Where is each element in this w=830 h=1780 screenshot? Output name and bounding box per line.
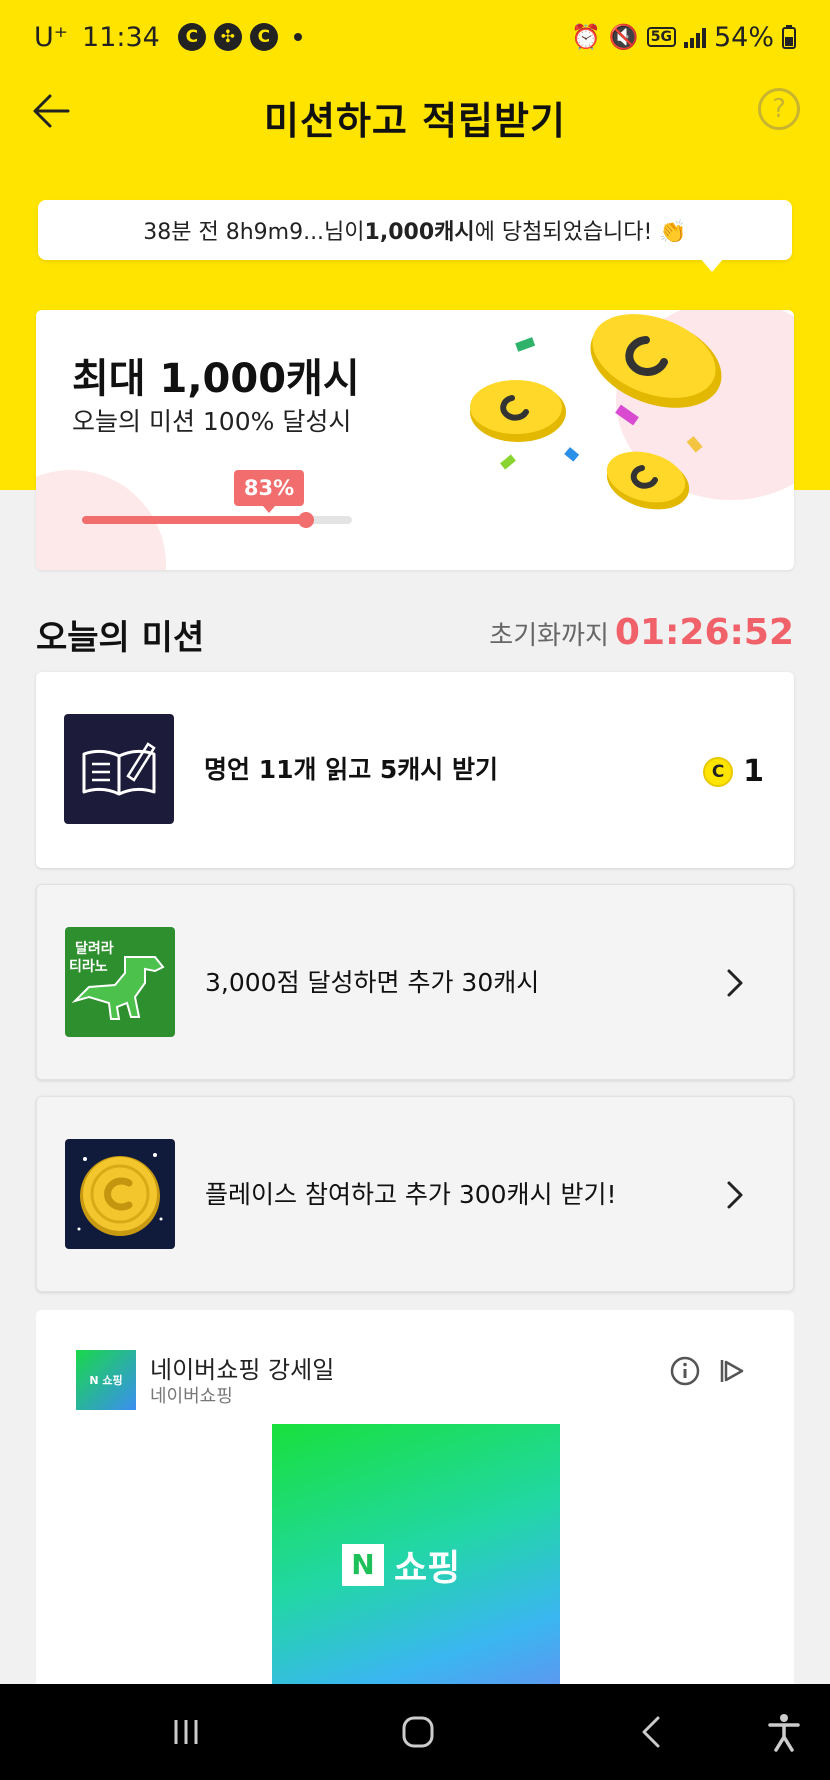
chevron-right-icon[interactable] bbox=[717, 965, 753, 1001]
5g-icon: 5G bbox=[646, 27, 676, 47]
cash-notification-icon: C bbox=[177, 23, 206, 51]
reset-timer: 초기화까지 01:26:52 bbox=[489, 612, 794, 653]
mission-label: 플레이스 참여하고 추가 300캐시 받기! bbox=[205, 1180, 617, 1209]
status-bar: U⁺ 11:34 C ✣ C ⏰ 🔇 5G 54% bbox=[0, 0, 830, 74]
more-notifications-dot-icon bbox=[293, 33, 302, 41]
adchoices-icon[interactable] bbox=[716, 1356, 746, 1386]
tyranno-game-icon: 달려라 티라노 bbox=[65, 927, 175, 1037]
status-left: U⁺ 11:34 C ✣ C bbox=[34, 22, 302, 53]
recent-apps-icon[interactable] bbox=[164, 1710, 208, 1754]
cash-notification-icon-2: C bbox=[249, 23, 278, 51]
winner-toast: 38분 전 8h9m9...님이 1,000캐시 에 당첨되었습니다! 👏 bbox=[38, 200, 792, 260]
mute-icon: 🔇 bbox=[608, 23, 639, 51]
mission-reward: C 1 bbox=[703, 754, 764, 789]
back-icon[interactable] bbox=[630, 1710, 674, 1754]
gold-coin-icon bbox=[65, 1139, 175, 1249]
app-header: 미션하고 적립받기 ? bbox=[0, 74, 830, 154]
svg-text:티라노: 티라노 bbox=[69, 959, 108, 975]
reward-card: 최대 1,000캐시 오늘의 미션 100% 달성시 83% bbox=[36, 310, 794, 570]
chevron-right-icon[interactable] bbox=[717, 1177, 753, 1213]
svg-text:달려라: 달려라 bbox=[75, 940, 114, 957]
coins-illustration-icon bbox=[470, 314, 722, 510]
help-icon[interactable]: ? bbox=[758, 88, 800, 130]
home-icon[interactable] bbox=[396, 1710, 440, 1754]
ad-shop-text: 쇼핑 bbox=[394, 1548, 461, 1589]
reward-title: 최대 1,000캐시 bbox=[72, 356, 360, 402]
ad-image-logo: N 쇼핑 bbox=[342, 1539, 460, 1591]
ad-logo-text: N 쇼핑 bbox=[89, 1374, 123, 1387]
ad-image[interactable]: N 쇼핑 bbox=[272, 1424, 560, 1710]
mission-label: 3,000점 달성하면 추가 30캐시 bbox=[205, 968, 540, 997]
mission-card-place[interactable]: 플레이스 참여하고 추가 300캐시 받기! bbox=[36, 1096, 794, 1292]
ad-source: 네이버쇼핑 bbox=[150, 1386, 233, 1407]
toast-prefix: 38분 전 8h9m9...님이 bbox=[143, 220, 365, 245]
status-right: ⏰ 🔇 5G 54% bbox=[571, 22, 796, 53]
fan-notification-icon: ✣ bbox=[213, 23, 242, 51]
toast-amount: 1,000캐시 bbox=[364, 220, 475, 245]
progress-knob bbox=[298, 512, 315, 528]
info-icon[interactable] bbox=[670, 1356, 700, 1386]
ad-card[interactable]: N 쇼핑 네이버쇼핑 강세일 네이버쇼핑 N 쇼핑 bbox=[36, 1310, 794, 1710]
toast-suffix: 에 당첨되었습니다! 👏 bbox=[474, 220, 687, 245]
battery-icon bbox=[782, 25, 796, 49]
mission-card-tyranno[interactable]: 달려라 티라노 3,000점 달성하면 추가 30캐시 bbox=[36, 884, 794, 1080]
signal-icon bbox=[683, 26, 706, 48]
battery-percent: 54% bbox=[713, 21, 774, 53]
reward-count: 1 bbox=[743, 754, 764, 789]
reward-subtitle: 오늘의 미션 100% 달성시 bbox=[72, 407, 352, 436]
reset-label: 초기화까지 bbox=[489, 621, 609, 651]
section-title: 오늘의 미션 bbox=[36, 618, 205, 658]
progress-bar bbox=[82, 512, 352, 528]
mission-card-quotes[interactable]: 명언 11개 읽고 5캐시 받기 C 1 bbox=[36, 672, 794, 868]
cash-coin-icon: C bbox=[703, 756, 734, 787]
clock: 11:34 bbox=[82, 21, 160, 53]
mission-label: 명언 11개 읽고 5캐시 받기 bbox=[204, 755, 499, 784]
accessibility-icon[interactable] bbox=[762, 1710, 806, 1754]
progress-fill bbox=[82, 516, 307, 524]
page-title: 미션하고 적립받기 bbox=[264, 99, 566, 143]
reset-time: 01:26:52 bbox=[614, 612, 794, 653]
alarm-icon: ⏰ bbox=[570, 23, 601, 51]
ad-n-box: N bbox=[342, 1544, 384, 1586]
progress-badge: 83% bbox=[234, 470, 304, 513]
carrier-label: U⁺ bbox=[34, 21, 69, 53]
toast-tail bbox=[700, 258, 724, 272]
naver-shopping-logo: N 쇼핑 bbox=[76, 1350, 136, 1410]
navigation-bar bbox=[0, 1684, 830, 1780]
quotes-book-icon bbox=[64, 714, 174, 824]
ad-title[interactable]: 네이버쇼핑 강세일 bbox=[150, 1350, 334, 1385]
